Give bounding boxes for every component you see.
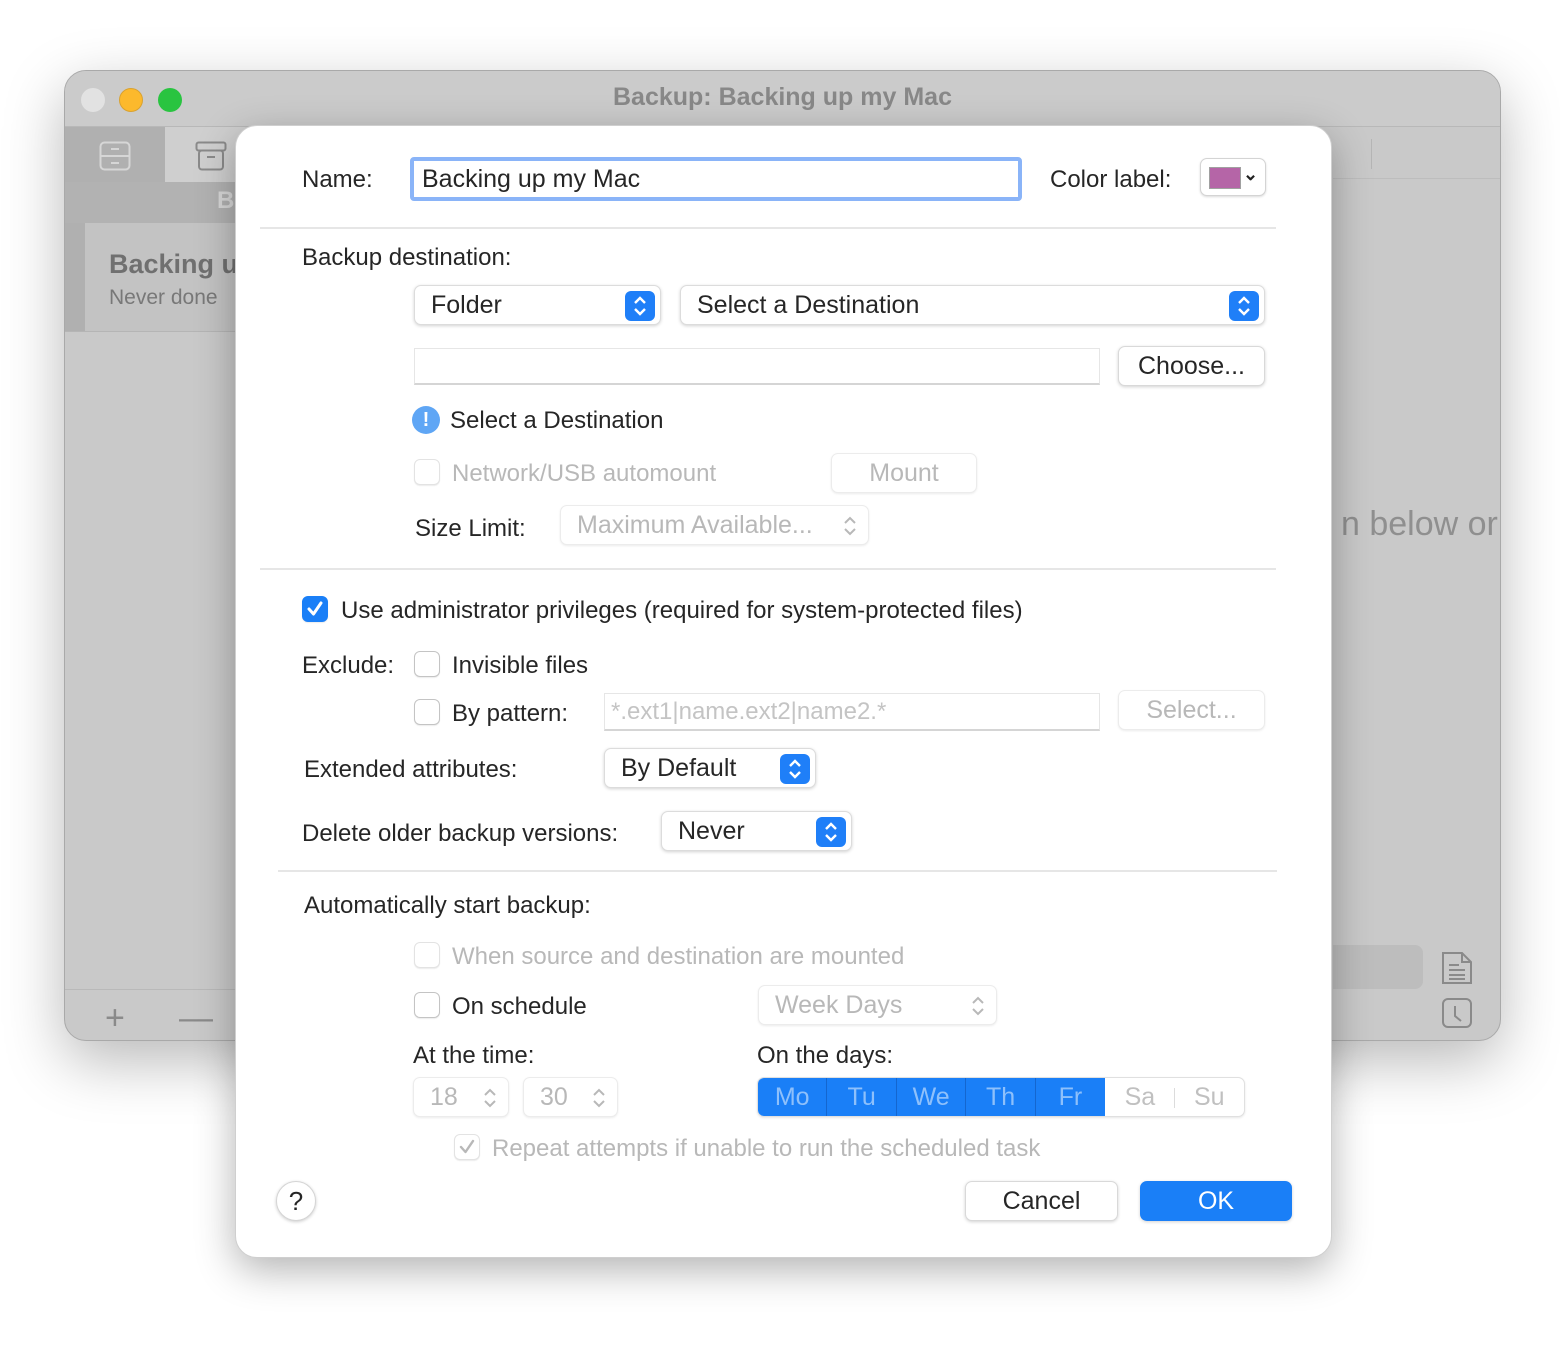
window-title: Backup: Backing up my Mac [613, 83, 952, 111]
invisible-files-label: Invisible files [452, 652, 589, 679]
remove-backup-button[interactable]: — [179, 1001, 213, 1035]
by-pattern-label: By pattern: [452, 700, 569, 727]
delete-older-label: Delete older backup versions: [302, 820, 619, 847]
schedule-clock-icon[interactable] [1441, 997, 1473, 1029]
name-input[interactable] [410, 157, 1022, 201]
day-wednesday[interactable]: We [896, 1078, 967, 1116]
color-label-picker[interactable]: ⌄ [1200, 158, 1266, 196]
destination-select-popup[interactable]: Select a Destination [680, 285, 1265, 325]
day-friday[interactable]: Fr [1035, 1078, 1106, 1116]
destination-status-message: Select a Destination [450, 407, 664, 434]
info-exclamation-icon: ! [412, 406, 440, 434]
pattern-field[interactable]: *.ext1|name.ext2|name2.* [604, 693, 1100, 731]
size-limit-label: Size Limit: [415, 515, 526, 542]
chevron-down-icon: ⌄ [1243, 164, 1259, 184]
backup-item-status: Never done [109, 286, 218, 309]
ok-button[interactable]: OK [1140, 1181, 1292, 1221]
title-bar: Backup: Backing up my Mac [65, 71, 1500, 127]
on-days-label: On the days: [757, 1042, 894, 1069]
admin-privileges-label: Use administrator privileges (required f… [341, 597, 1023, 624]
sidebar-bottom-divider [65, 989, 237, 990]
repeat-attempts-label: Repeat attempts if unable to run the sch… [492, 1135, 1041, 1162]
extended-attributes-label: Extended attributes: [304, 756, 518, 783]
at-time-label: At the time: [413, 1042, 535, 1069]
admin-privileges-checkbox[interactable] [302, 596, 328, 622]
schedule-frequency-value: Week Days [775, 991, 903, 1019]
section-divider [260, 568, 1276, 570]
when-mounted-checkbox[interactable] [414, 942, 440, 968]
exclude-label: Exclude: [302, 652, 395, 679]
destination-type-popup[interactable]: Folder [414, 285, 661, 325]
destination-select-value: Select a Destination [697, 291, 920, 319]
network-automount-checkbox[interactable] [414, 459, 440, 485]
selection-indicator [65, 223, 85, 331]
minute-stepper[interactable]: 30 [523, 1077, 618, 1117]
cancel-button[interactable]: Cancel [965, 1181, 1118, 1221]
checkmark-icon [307, 601, 323, 616]
section-divider [260, 227, 1276, 229]
up-down-chevron-icon [968, 992, 988, 1020]
on-schedule-label: On schedule [452, 993, 587, 1020]
invisible-files-checkbox[interactable] [414, 651, 440, 677]
day-saturday-label: Sa [1124, 1083, 1156, 1111]
sidebar-header-label: B [217, 187, 235, 214]
day-monday[interactable]: Mo [758, 1078, 828, 1116]
destination-type-value: Folder [431, 291, 502, 319]
hour-value: 18 [430, 1083, 458, 1111]
choose-button[interactable]: Choose... [1118, 346, 1265, 386]
mount-button[interactable]: Mount [831, 453, 977, 493]
add-backup-button[interactable]: + [105, 1001, 125, 1035]
pattern-placeholder: *.ext1|name.ext2|name2.* [611, 698, 887, 725]
select-pattern-button[interactable]: Select... [1118, 690, 1265, 730]
hour-stepper[interactable]: 18 [413, 1077, 509, 1117]
size-limit-value: Maximum Available... [577, 511, 813, 539]
size-limit-popup[interactable]: Maximum Available... [560, 505, 869, 545]
help-button[interactable]: ? [276, 1181, 316, 1221]
cabinet-icon [99, 141, 131, 171]
up-down-chevron-icon [816, 817, 846, 847]
up-down-chevron-icon [1229, 291, 1259, 321]
delete-older-value: Never [678, 817, 745, 845]
sidebar-backup-item[interactable]: Backing up my Mac Never done [65, 223, 361, 332]
day-tuesday[interactable]: Tu [827, 1078, 897, 1116]
sidebar-header: B [65, 182, 237, 223]
day-saturday[interactable]: Sa [1105, 1078, 1175, 1116]
toolbar-tab-archive[interactable] [165, 127, 245, 182]
by-pattern-checkbox[interactable] [414, 699, 440, 725]
section-divider [278, 870, 1277, 872]
toolbar-separator [1371, 139, 1372, 169]
up-down-chevron-icon [840, 512, 860, 540]
right-toolbar [1333, 127, 1500, 179]
day-thursday[interactable]: Th [966, 1078, 1036, 1116]
background-hint-text: n below or [1333, 505, 1500, 544]
background-field [1333, 945, 1423, 989]
extended-attributes-value: By Default [621, 754, 737, 782]
backup-settings-sheet: Name: Color label: ⌄ Backup destination:… [235, 125, 1332, 1258]
delete-older-popup[interactable]: Never [661, 811, 852, 851]
backup-destination-label: Backup destination: [302, 244, 512, 271]
name-label: Name: [302, 166, 373, 193]
hint-text: n below or [1341, 505, 1498, 543]
when-mounted-label: When source and destination are mounted [452, 943, 905, 970]
extended-attributes-popup[interactable]: By Default [604, 748, 816, 788]
up-down-chevron-icon [780, 754, 810, 784]
archive-box-icon [195, 141, 227, 171]
document-icon[interactable] [1441, 951, 1473, 985]
color-label-label: Color label: [1050, 166, 1172, 193]
auto-start-label: Automatically start backup: [304, 892, 591, 919]
on-schedule-checkbox[interactable] [414, 992, 440, 1018]
schedule-frequency-popup[interactable]: Week Days [758, 985, 997, 1025]
days-segmented-control: Mo Tu We Th Fr Sa Su [757, 1077, 1245, 1117]
up-down-chevron-icon[interactable] [480, 1084, 500, 1112]
destination-path-field[interactable] [414, 348, 1100, 385]
minute-value: 30 [540, 1083, 568, 1111]
repeat-attempts-checkbox[interactable] [454, 1134, 480, 1160]
network-automount-label: Network/USB automount [452, 460, 717, 487]
up-down-chevron-icon [625, 291, 655, 321]
up-down-chevron-icon[interactable] [589, 1084, 609, 1112]
checkmark-icon [459, 1139, 475, 1154]
color-swatch [1209, 167, 1241, 189]
toolbar-tab-backups[interactable] [65, 127, 165, 182]
day-sunday[interactable]: Su [1175, 1078, 1244, 1116]
